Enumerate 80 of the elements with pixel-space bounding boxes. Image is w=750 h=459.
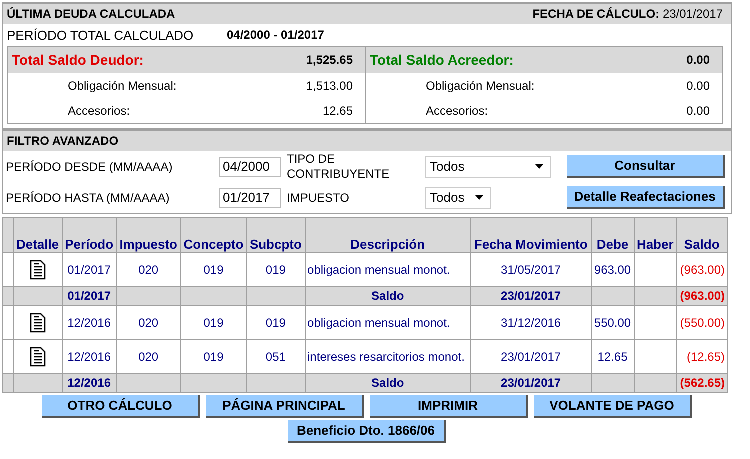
- field-label: IMPUESTO: [287, 190, 350, 204]
- document-icon[interactable]: [30, 346, 46, 366]
- table-cell: 31/05/2017: [470, 252, 592, 286]
- table-cell: 23/01/2017: [470, 340, 592, 374]
- table-cell: 020: [116, 306, 181, 340]
- table-cell: 23/01/2017: [470, 374, 592, 392]
- table-cell: (963.00): [676, 252, 728, 286]
- consult-button[interactable]: Consultar: [567, 155, 725, 178]
- table-cell: intereses resarcitorios monot.: [305, 340, 471, 374]
- table-cell: obligacion mensual monot.: [305, 252, 471, 286]
- table-cell: 01/2017: [62, 252, 117, 286]
- table-cell: 020: [116, 340, 181, 374]
- column-header: Saldo: [676, 218, 728, 252]
- table-cell: 12.65: [591, 340, 634, 374]
- table-cell: 01/2017: [62, 286, 117, 306]
- section-title: FILTRO AVANZADO: [7, 134, 119, 148]
- document-icon[interactable]: [30, 260, 46, 280]
- total-amount: 0.00: [686, 53, 710, 67]
- document-icon[interactable]: [30, 312, 46, 332]
- line-amount: 0.00: [686, 104, 710, 118]
- table-cell: 12/2016: [62, 340, 117, 374]
- reallocation-button[interactable]: Detalle Reafectaciones: [567, 186, 725, 209]
- table-cell: obligacion mensual monot.: [305, 306, 471, 340]
- table-cell: 020: [116, 252, 181, 286]
- table-cell: 019: [246, 306, 306, 340]
- total-title: Total Saldo Deudor:: [12, 52, 144, 68]
- line-label: Accesorios:: [426, 104, 488, 118]
- table-cell: 019: [180, 252, 247, 286]
- date-value: 23/01/2017: [662, 7, 723, 21]
- action-button[interactable]: OTRO CÁLCULO: [42, 395, 200, 418]
- line-label: Accesorios:: [68, 104, 130, 118]
- period-value: 04/2000 - 01/2017: [227, 28, 324, 42]
- column-header: Descripción: [305, 218, 471, 252]
- column-header: Detalle: [14, 218, 62, 252]
- dropdown[interactable]: Todos: [425, 186, 491, 208]
- field-label: PERÍODO DESDE (MM/AAAA): [6, 160, 174, 174]
- column-header: Período: [62, 218, 117, 252]
- line-amount: 1,513.00: [306, 78, 353, 92]
- table-cell: 12/2016: [62, 306, 117, 340]
- period-label: PERÍODO TOTAL CALCULADO: [7, 28, 195, 42]
- column-header: Concepto: [180, 218, 247, 252]
- line-amount: 12.65: [322, 104, 353, 118]
- column-header: Debe: [591, 218, 634, 252]
- action-button[interactable]: IMPRIMIR: [370, 395, 528, 418]
- column-header: Haber: [634, 218, 677, 252]
- benefit-button[interactable]: Beneficio Dto. 1866/06: [288, 420, 446, 443]
- table-cell: 019: [246, 252, 306, 286]
- field-label: PERÍODO HASTA (MM/AAAA): [6, 190, 171, 204]
- column-header: Fecha Movimiento: [470, 218, 592, 252]
- table-cell: (12.65): [676, 340, 728, 374]
- action-button[interactable]: VOLANTE DE PAGO: [534, 395, 692, 418]
- input-field[interactable]: 01/2017: [219, 188, 281, 208]
- table-cell: 12/2016: [62, 374, 117, 392]
- column-header: Subcpto: [246, 218, 306, 252]
- table-cell: (562.65): [676, 374, 728, 392]
- table-cell: 31/12/2016: [470, 306, 592, 340]
- action-button[interactable]: PÁGINA PRINCIPAL: [206, 395, 364, 418]
- caret-icon: [535, 164, 544, 169]
- table-cell: 019: [180, 306, 247, 340]
- table-cell: 23/01/2017: [470, 286, 592, 306]
- total-title: Total Saldo Acreedor:: [370, 52, 514, 68]
- table-cell: Saldo: [305, 374, 471, 392]
- input-field[interactable]: 04/2000: [219, 156, 281, 176]
- table-cell: 019: [180, 340, 247, 374]
- column-header: Impuesto: [116, 218, 181, 252]
- section-title: ÚLTIMA DEUDA CALCULADA: [7, 7, 176, 21]
- line-label: Obligación Mensual:: [68, 78, 177, 92]
- field-label: TIPO DE CONTRIBUYENTE: [287, 152, 391, 182]
- line-amount: 0.00: [686, 78, 710, 92]
- line-label: Obligación Mensual:: [426, 78, 535, 92]
- table-cell: (550.00): [676, 306, 728, 340]
- table-cell: Saldo: [305, 286, 471, 306]
- table-cell: 550.00: [591, 306, 634, 340]
- table-cell: 963.00: [591, 252, 634, 286]
- table-cell: (963.00): [676, 286, 728, 306]
- caret-icon: [475, 195, 484, 200]
- date-label: FECHA DE CÁLCULO:: [532, 7, 660, 21]
- table-cell: 051: [246, 340, 306, 374]
- dropdown[interactable]: Todos: [425, 156, 551, 178]
- total-amount: 1,525.65: [306, 53, 353, 67]
